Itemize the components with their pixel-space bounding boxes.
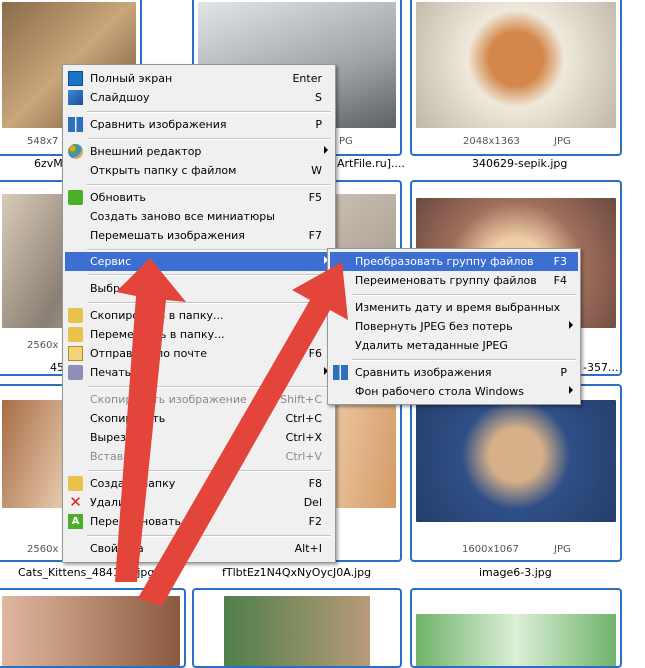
menu-item-refresh[interactable]: Обновить F5 — [65, 188, 333, 207]
submenu-item-batch-convert[interactable]: Преобразовать группу файлов F3 — [330, 252, 578, 271]
menu-item-copy[interactable]: Скопировать Ctrl+C — [65, 409, 333, 428]
menu-separator — [87, 184, 331, 186]
rename-icon: A — [68, 514, 83, 529]
thumbnail-format: JPG — [554, 544, 571, 555]
thumbnail-filename: fTlbtEz1N4QxNyOycJ0A.jpg — [222, 566, 372, 579]
submenu-item-rotate-jpeg[interactable]: Повернуть JPEG без потерь — [330, 317, 578, 336]
menu-separator — [87, 386, 331, 388]
thumbnail-dimensions: 548x7 — [27, 136, 59, 147]
menu-item-copy-image[interactable]: Скопировать изображение Shift+C — [65, 390, 333, 409]
menu-separator — [87, 535, 331, 537]
thumbnail-dimensions: 2560x — [27, 340, 59, 351]
thumbnail-filename: image6-3.jpg — [479, 566, 552, 579]
print-icon — [68, 365, 83, 380]
thumbnail-filename: -357... — [583, 361, 619, 374]
menu-separator — [87, 302, 331, 304]
thumbnail-dimensions: 2048x1363 — [463, 136, 520, 147]
refresh-icon — [68, 190, 83, 205]
menu-item-recreate-thumbnails[interactable]: Создать заново все миниатюры — [65, 207, 333, 226]
menu-item-shuffle[interactable]: Перемешать изображения F7 — [65, 226, 333, 245]
thumbnail[interactable] — [410, 0, 622, 156]
context-menu: Полный экран Enter Слайдшоу S Сравнить и… — [62, 64, 336, 563]
mail-icon — [68, 346, 83, 361]
submenu-item-batch-rename[interactable]: Переименовать группу файлов F4 — [330, 271, 578, 290]
thumbnail-format: JPG — [554, 136, 571, 147]
palette-icon — [68, 144, 83, 159]
menu-separator — [87, 470, 331, 472]
thumbnail-image — [2, 596, 180, 666]
menu-item-print[interactable]: Печать — [65, 363, 333, 382]
submenu-arrow-icon — [569, 386, 573, 394]
menu-item-move-to-folder[interactable]: Переместить в папку... — [65, 325, 333, 344]
menu-item-send-mail[interactable]: Отправить по почте F6 — [65, 344, 333, 363]
thumbnail-format: PG — [339, 136, 353, 147]
menu-item-fullscreen[interactable]: Полный экран Enter — [65, 69, 333, 88]
fullscreen-icon — [68, 71, 83, 86]
thumbnail-filename: 340629-sepik.jpg — [472, 157, 568, 170]
thumbnail-image — [224, 596, 370, 666]
service-submenu: Преобразовать группу файлов F3 Переимено… — [327, 248, 581, 405]
menu-item-paste[interactable]: Вставить Ctrl+V — [65, 447, 333, 466]
thumbnail[interactable] — [192, 588, 402, 668]
menu-separator — [87, 138, 331, 140]
menu-separator — [352, 294, 576, 296]
submenu-arrow-icon — [324, 146, 328, 154]
copy-to-folder-icon — [68, 308, 83, 323]
thumbnail-image — [416, 2, 616, 128]
new-folder-icon — [68, 476, 83, 491]
menu-item-select[interactable]: Выбрать — [65, 279, 333, 298]
menu-item-compare-images[interactable]: Сравнить изображения P — [65, 115, 333, 134]
thumbnail-image — [416, 614, 616, 666]
thumbnail[interactable] — [410, 384, 622, 562]
menu-item-copy-to-folder[interactable]: Скопировать в папку... — [65, 306, 333, 325]
move-to-folder-icon — [68, 327, 83, 342]
thumbnail-filename: 6zvM — [34, 157, 63, 170]
thumbnail-dimensions: 1600x1067 — [462, 544, 519, 555]
thumbnail-dimensions: 2560x — [27, 544, 59, 555]
menu-item-rename[interactable]: A Переименовать F2 — [65, 512, 333, 531]
submenu-item-compare-images[interactable]: Сравнить изображения P — [330, 363, 578, 382]
menu-item-delete[interactable]: ✕ Удалить Del — [65, 493, 333, 512]
compare-icon — [68, 117, 83, 132]
menu-separator — [352, 359, 576, 361]
compare-icon — [333, 365, 348, 380]
menu-separator — [87, 111, 331, 113]
thumbnail[interactable] — [0, 588, 186, 668]
thumbnail-image — [416, 400, 616, 522]
menu-item-properties[interactable]: Свойства Alt+I — [65, 539, 333, 558]
submenu-arrow-icon — [569, 321, 573, 329]
menu-item-service[interactable]: Сервис — [65, 252, 333, 271]
thumbnail-filename: Cats_Kittens_484103.jpg — [18, 566, 155, 579]
menu-item-open-folder[interactable]: Открыть папку с файлом W — [65, 161, 333, 180]
submenu-item-change-date[interactable]: Изменить дату и время выбранных — [330, 298, 578, 317]
menu-item-external-editor[interactable]: Внешний редактор — [65, 142, 333, 161]
menu-item-slideshow[interactable]: Слайдшоу S — [65, 88, 333, 107]
thumbnail[interactable] — [410, 588, 622, 668]
menu-item-cut[interactable]: Вырезать Ctrl+X — [65, 428, 333, 447]
thumbnail-filename: ArtFile.ru].... — [337, 157, 406, 170]
menu-separator — [87, 274, 331, 276]
menu-separator — [87, 249, 331, 251]
menu-item-new-folder[interactable]: Создать папку F8 — [65, 474, 333, 493]
submenu-item-desktop-background[interactable]: Фон рабочего стола Windows — [330, 382, 578, 401]
submenu-item-remove-metadata[interactable]: Удалить метаданные JPEG — [330, 336, 578, 355]
slideshow-icon — [68, 90, 83, 105]
delete-icon: ✕ — [69, 493, 82, 511]
